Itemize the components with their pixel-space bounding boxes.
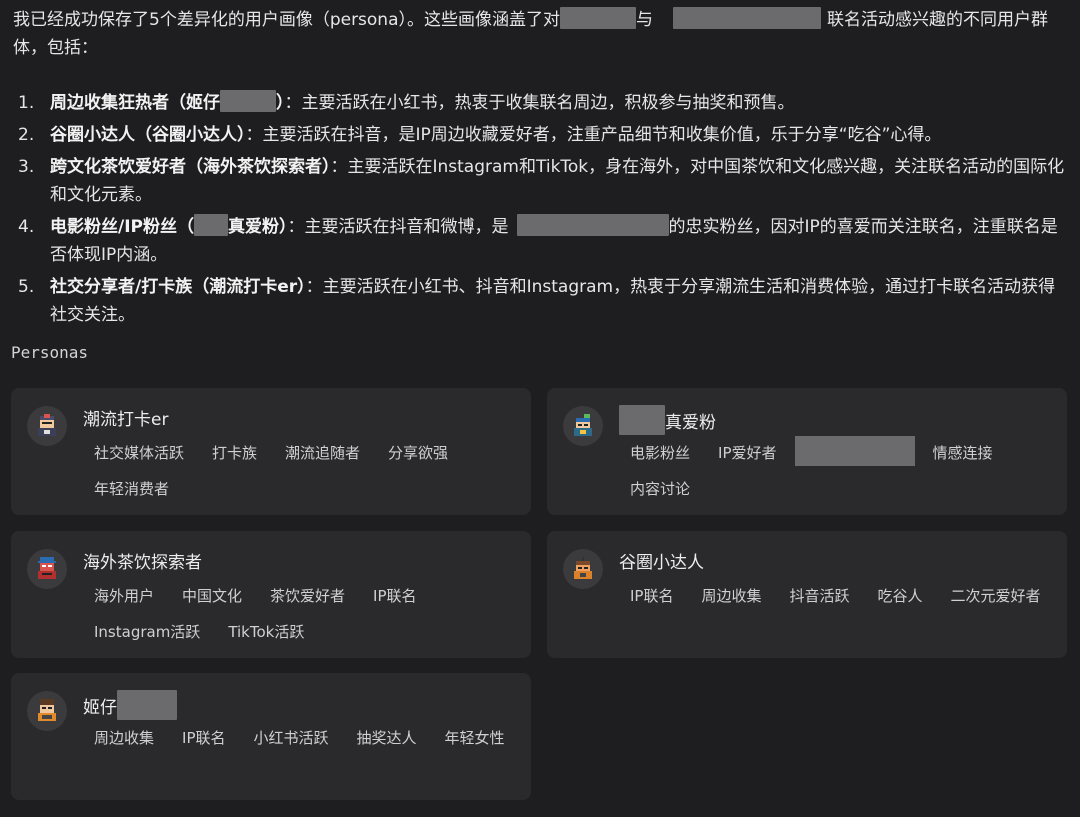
redacted-block	[194, 214, 228, 236]
tag: 二次元爱好者	[950, 587, 1041, 605]
persona-card[interactable]: 潮流打卡er 社交媒体活跃 打卡族 潮流追随者 分享欲强 年轻消费者	[11, 388, 531, 515]
persona-desc: ：主要活跃在抖音，是IP周边收藏爱好者，注重产品细节和收集价值，乐于分享“吃谷”…	[245, 125, 942, 145]
pixel-avatar-icon	[27, 691, 67, 731]
persona-card-name: 真爱粉	[619, 405, 716, 435]
tag: TikTok活跃	[228, 623, 305, 641]
tag: 内容讨论	[630, 480, 691, 498]
tag: 分享欲强	[388, 444, 449, 462]
tag: IP爱好者	[718, 444, 777, 462]
tag: 情感连接	[932, 444, 993, 462]
tag: 周边收集	[701, 587, 762, 605]
persona-card[interactable]: 真爱粉 电影粉丝 IP爱好者 情感连接 内容讨论	[547, 388, 1067, 515]
persona-card[interactable]: 谷圈小达人 IP联名 周边收集 抖音活跃 吃谷人 二次元爱好者	[547, 531, 1067, 658]
list-number: 1.	[18, 93, 35, 113]
list-item: 4. 电影粉丝/IP粉丝（ 真爱粉）：主要活跃在抖音和微博，是 的忠实粉丝，因对IP…	[13, 213, 1068, 269]
tag: 电影粉丝	[630, 444, 691, 462]
persona-desc: ：主要活跃在小红书，热衷于收集联名周边，积极参与抽奖和预售。	[284, 93, 795, 113]
redacted-block	[673, 7, 822, 29]
pixel-avatar-icon	[27, 406, 67, 446]
tag: 周边收集	[94, 729, 155, 747]
persona-name: 电影粉丝/IP粉丝（ 真爱粉）	[50, 214, 288, 237]
redacted-block	[619, 405, 665, 435]
list-number: 3.	[18, 157, 35, 177]
persona-card-name: 谷圈小达人	[619, 553, 704, 573]
intro-paragraph: 我已经成功保存了5个差异化的用户画像（persona）。这些画像涵盖了对与联名活…	[13, 6, 1068, 62]
section-title: Personas	[11, 343, 89, 362]
tag-list: 电影粉丝 IP爱好者 情感连接 内容讨论	[620, 436, 1060, 512]
tag: 小红书活跃	[253, 729, 329, 747]
persona-card-name: 潮流打卡er	[83, 410, 169, 430]
persona-name: 谷圈小达人（谷圈小达人）	[50, 125, 246, 145]
tag: IP联名	[630, 587, 674, 605]
tag: 中国文化	[182, 587, 243, 605]
tag: 海外用户	[94, 587, 155, 605]
intro-text-1: 我已经成功保存了5个差异化的用户画像（persona）。这些画像涵盖了对	[13, 10, 561, 30]
tag: 年轻女性	[444, 729, 505, 747]
list-item: 2. 谷圈小达人（谷圈小达人）：主要活跃在抖音，是IP周边收藏爱好者，注重产品细…	[13, 121, 1068, 149]
redacted-block	[560, 7, 637, 29]
list-number: 2.	[18, 125, 35, 145]
tag: Instagram活跃	[94, 623, 201, 641]
tag: 抖音活跃	[789, 587, 850, 605]
persona-summary-list: 1. 周边收集狂热者（姬仔 ）：主要活跃在小红书，热衷于收集联名周边，积极参与抽奖…	[13, 89, 1068, 333]
redacted-block	[516, 214, 669, 236]
intro-text-2: 与	[636, 10, 654, 30]
tag: 打卡族	[212, 444, 258, 462]
tag-list: 社交媒体活跃 打卡族 潮流追随者 分享欲强 年轻消费者	[84, 440, 524, 512]
list-item: 3. 跨文化茶饮爱好者（海外茶饮探索者）：主要活跃在Instagram和TikT…	[13, 153, 1068, 209]
list-number: 5.	[18, 277, 35, 297]
persona-card-name: 海外茶饮探索者	[83, 553, 202, 573]
persona-card[interactable]: 姬仔 周边收集 IP联名 小红书活跃 抽奖达人 年轻女性	[11, 673, 531, 800]
redacted-block	[117, 690, 177, 720]
tag-list: IP联名 周边收集 抖音活跃 吃谷人 二次元爱好者	[620, 583, 1060, 619]
tag: 吃谷人	[877, 587, 923, 605]
persona-card[interactable]: 海外茶饮探索者 海外用户 中国文化 茶饮爱好者 IP联名 Instagram活跃…	[11, 531, 531, 658]
persona-name: 社交分享者/打卡族（潮流打卡er）	[50, 277, 306, 297]
tag-list: 周边收集 IP联名 小红书活跃 抽奖达人 年轻女性	[84, 725, 524, 761]
tag-list: 海外用户 中国文化 茶饮爱好者 IP联名 Instagram活跃 TikTok活…	[84, 583, 524, 655]
tag: IP联名	[373, 587, 417, 605]
redacted-tag	[794, 436, 915, 466]
persona-name: 周边收集狂热者（姬仔）	[50, 90, 285, 113]
tag: 年轻消费者	[94, 480, 170, 498]
list-number: 4.	[18, 217, 35, 237]
persona-name: 跨文化茶饮爱好者（海外茶饮探索者）	[50, 157, 331, 177]
pixel-avatar-icon	[563, 549, 603, 589]
persona-card-name: 姬仔	[83, 690, 177, 720]
tag: 抽奖达人	[356, 729, 417, 747]
tag: 茶饮爱好者	[270, 587, 346, 605]
list-item: 1. 周边收集狂热者（姬仔 ）：主要活跃在小红书，热衷于收集联名周边，积极参与抽奖…	[13, 89, 1068, 117]
redacted-block	[220, 90, 276, 112]
tag: 社交媒体活跃	[94, 444, 185, 462]
pixel-avatar-icon	[563, 406, 603, 446]
tag: 潮流追随者	[285, 444, 361, 462]
tag: IP联名	[182, 729, 226, 747]
pixel-avatar-icon	[27, 549, 67, 589]
list-item: 5. 社交分享者/打卡族（潮流打卡er）：主要活跃在小红书、抖音和Instagr…	[13, 273, 1068, 329]
